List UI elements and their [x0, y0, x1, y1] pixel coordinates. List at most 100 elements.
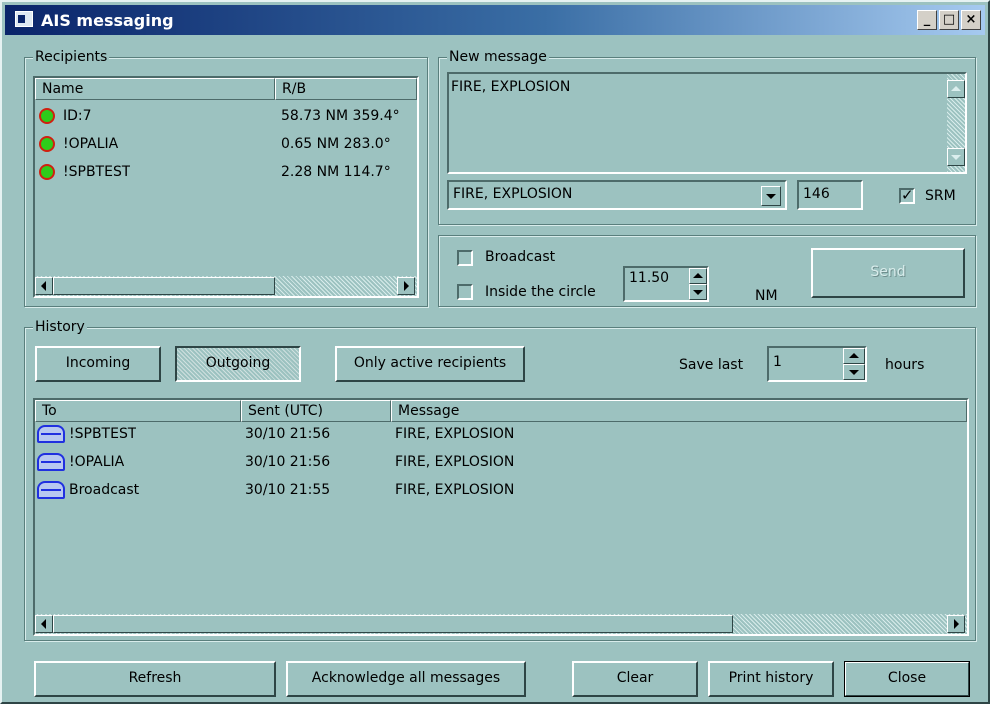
history-row[interactable]: !OPALIA 30/10 21:56 FIRE, EXPLOSION: [35, 448, 967, 476]
history-col-sent[interactable]: Sent (UTC): [241, 400, 391, 422]
recipients-col-name[interactable]: Name: [35, 78, 275, 100]
char-count-field: 146: [797, 180, 863, 210]
srm-checkbox[interactable]: ✓: [899, 186, 915, 204]
recipients-col-rb[interactable]: R/B: [275, 78, 417, 100]
save-last-label: Save last: [679, 357, 744, 373]
recipient-row[interactable]: !OPALIA 0.65 NM 283.0°: [35, 130, 417, 158]
history-col-to[interactable]: To: [35, 400, 241, 422]
history-sent: 30/10 21:55: [245, 482, 331, 498]
history-message: FIRE, EXPLOSION: [395, 426, 515, 442]
send-button[interactable]: Send: [811, 248, 965, 298]
recipients-group: Recipients Name R/B ID:7 58.73 NM 359.4°…: [24, 48, 428, 307]
radius-spinner[interactable]: 11.50: [623, 266, 709, 302]
hours-label: hours: [885, 357, 925, 373]
clear-button[interactable]: Clear: [572, 661, 698, 697]
envelope-icon: [37, 481, 65, 499]
chevron-down-icon: [766, 194, 776, 199]
send-options-group: Broadcast Inside the circle 11.50 NM Sen…: [438, 235, 976, 307]
history-row[interactable]: Broadcast 30/10 21:55 FIRE, EXPLOSION: [35, 476, 967, 504]
dropdown-button[interactable]: [761, 186, 781, 206]
close-button[interactable]: Close: [844, 661, 970, 697]
arrow-right-icon: [954, 619, 959, 629]
history-sent: 30/10 21:56: [245, 426, 331, 442]
new-message-group-label: New message: [447, 48, 549, 66]
history-row[interactable]: !SPBTEST 30/10 21:56 FIRE, EXPLOSION: [35, 420, 967, 448]
arrow-left-icon: [41, 619, 46, 629]
outgoing-button[interactable]: Outgoing: [175, 346, 301, 382]
recipient-row[interactable]: ID:7 58.73 NM 359.4°: [35, 102, 417, 130]
arrow-up-icon: [693, 273, 703, 278]
history-group-label: History: [33, 318, 87, 336]
history-to: !SPBTEST: [69, 426, 137, 442]
scroll-left-button[interactable]: [35, 615, 53, 633]
minimize-button[interactable]: _: [917, 10, 937, 30]
new-message-group: New message FIRE, EXPLOSION FIRE, EXPLOS…: [438, 48, 976, 225]
envelope-icon: [37, 453, 65, 471]
radius-increase-button[interactable]: [689, 268, 707, 284]
arrow-down-icon: [849, 370, 859, 375]
radius-unit-label: NM: [755, 288, 778, 304]
window-title: AIS messaging: [41, 11, 174, 30]
arrow-left-icon: [41, 281, 46, 291]
recipients-group-label: Recipients: [33, 48, 110, 66]
app-window-icon: [15, 11, 33, 27]
broadcast-checkbox[interactable]: [457, 250, 473, 266]
message-text: FIRE, EXPLOSION: [451, 79, 571, 95]
save-last-spinner[interactable]: 1: [767, 346, 867, 382]
char-count-value: 146: [803, 186, 830, 202]
history-message: FIRE, EXPLOSION: [395, 454, 515, 470]
maximize-button[interactable]: □: [939, 10, 959, 30]
save-last-decrease-button[interactable]: [843, 364, 865, 380]
scroll-left-button[interactable]: [35, 277, 53, 295]
radius-value: 11.50: [629, 270, 670, 286]
save-last-increase-button[interactable]: [843, 348, 865, 364]
history-to: Broadcast: [69, 482, 140, 498]
recipients-hscrollbar[interactable]: [35, 276, 417, 296]
acknowledge-all-button[interactable]: Acknowledge all messages: [286, 661, 526, 697]
recipient-rb: 2.28 NM 114.7°: [281, 164, 391, 180]
arrow-right-icon: [404, 281, 409, 291]
arrow-down-icon: [693, 290, 703, 295]
only-active-recipients-button[interactable]: Only active recipients: [335, 346, 525, 382]
message-template-select[interactable]: FIRE, EXPLOSION: [447, 180, 787, 210]
broadcast-label: Broadcast: [485, 249, 556, 265]
recipients-hscroll-thumb[interactable]: [53, 277, 275, 295]
checkmark-icon: ✓: [901, 186, 914, 204]
recipient-row[interactable]: !SPBTEST 2.28 NM 114.7°: [35, 158, 417, 186]
print-history-button[interactable]: Print history: [708, 661, 834, 697]
history-list[interactable]: To Sent (UTC) Message !SPBTEST 30/10 21:…: [33, 398, 969, 636]
history-group: History Incoming Outgoing Only active re…: [24, 318, 976, 641]
ais-messaging-window: AIS messaging _ □ × Recipients Name R/B …: [0, 0, 990, 704]
scroll-up-button[interactable]: [947, 80, 965, 98]
recipient-name: !OPALIA: [63, 136, 119, 152]
scroll-right-button[interactable]: [397, 277, 415, 295]
history-hscrollbar[interactable]: [35, 614, 967, 634]
message-textarea[interactable]: FIRE, EXPLOSION: [447, 72, 967, 174]
refresh-button[interactable]: Refresh: [34, 661, 276, 697]
history-to: !OPALIA: [69, 454, 125, 470]
inside-circle-checkbox[interactable]: [457, 284, 473, 300]
arrow-up-icon: [951, 86, 961, 91]
radius-decrease-button[interactable]: [689, 284, 707, 300]
recipients-list[interactable]: Name R/B ID:7 58.73 NM 359.4° !OPALIA 0.…: [33, 76, 419, 298]
recipient-rb: 0.65 NM 283.0°: [281, 136, 391, 152]
scroll-right-button[interactable]: [947, 615, 965, 633]
message-vscrollbar[interactable]: [947, 74, 965, 172]
close-window-button[interactable]: ×: [961, 10, 981, 30]
history-sent: 30/10 21:56: [245, 454, 331, 470]
recipient-name: !SPBTEST: [63, 164, 131, 180]
message-template-value: FIRE, EXPLOSION: [453, 186, 573, 202]
recipient-name: ID:7: [63, 108, 92, 124]
incoming-button[interactable]: Incoming: [35, 346, 161, 382]
history-message: FIRE, EXPLOSION: [395, 482, 515, 498]
arrow-down-icon: [951, 155, 961, 160]
envelope-icon: [37, 425, 65, 443]
save-last-value: 1: [773, 354, 782, 370]
vessel-status-icon: [39, 136, 55, 152]
scroll-down-button[interactable]: [947, 148, 965, 166]
history-hscroll-thumb[interactable]: [53, 615, 733, 633]
srm-label: SRM: [925, 188, 956, 204]
history-col-message[interactable]: Message: [391, 400, 967, 422]
arrow-up-icon: [849, 353, 859, 358]
title-bar[interactable]: AIS messaging _ □ ×: [5, 5, 985, 35]
